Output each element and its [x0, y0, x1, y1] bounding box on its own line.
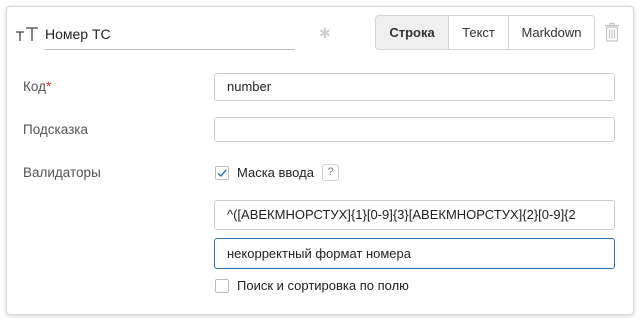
hint-label: Подсказка	[23, 122, 89, 137]
hint-input[interactable]	[214, 117, 615, 142]
required-mark: *	[45, 79, 52, 94]
code-label-text: Код	[23, 79, 46, 94]
help-icon[interactable]: ?	[322, 164, 339, 181]
trash-icon[interactable]	[604, 22, 620, 42]
mask-pattern-input[interactable]: ^([АВЕКМНОРСТУХ]{1}[0-9]{3}[АВЕКМНОРСТУХ…	[214, 200, 615, 230]
tab-string[interactable]: Строка	[376, 16, 448, 49]
code-label: Код*	[23, 79, 51, 94]
text-type-icon	[15, 25, 41, 45]
search-sort-label: Поиск и сортировка по полю	[237, 278, 409, 293]
code-input[interactable]: number	[214, 73, 615, 101]
asterisk-icon[interactable]: ✱	[319, 25, 331, 42]
mask-label: Маска ввода	[237, 165, 314, 180]
type-segmented-control: Строка Текст Markdown	[375, 15, 595, 50]
error-message-input[interactable]: некорректный формат номера	[214, 238, 615, 269]
validators-label: Валидаторы	[23, 165, 101, 180]
search-sort-checkbox[interactable]	[215, 279, 229, 293]
tab-markdown[interactable]: Markdown	[508, 16, 594, 49]
field-settings-card: ✱ Строка Текст Markdown Код* number Подс…	[6, 6, 634, 315]
mask-checkbox[interactable]	[215, 166, 229, 180]
tab-text[interactable]: Текст	[448, 16, 508, 49]
field-header: ✱ Строка Текст Markdown	[7, 7, 633, 61]
field-name-input[interactable]	[45, 19, 295, 50]
